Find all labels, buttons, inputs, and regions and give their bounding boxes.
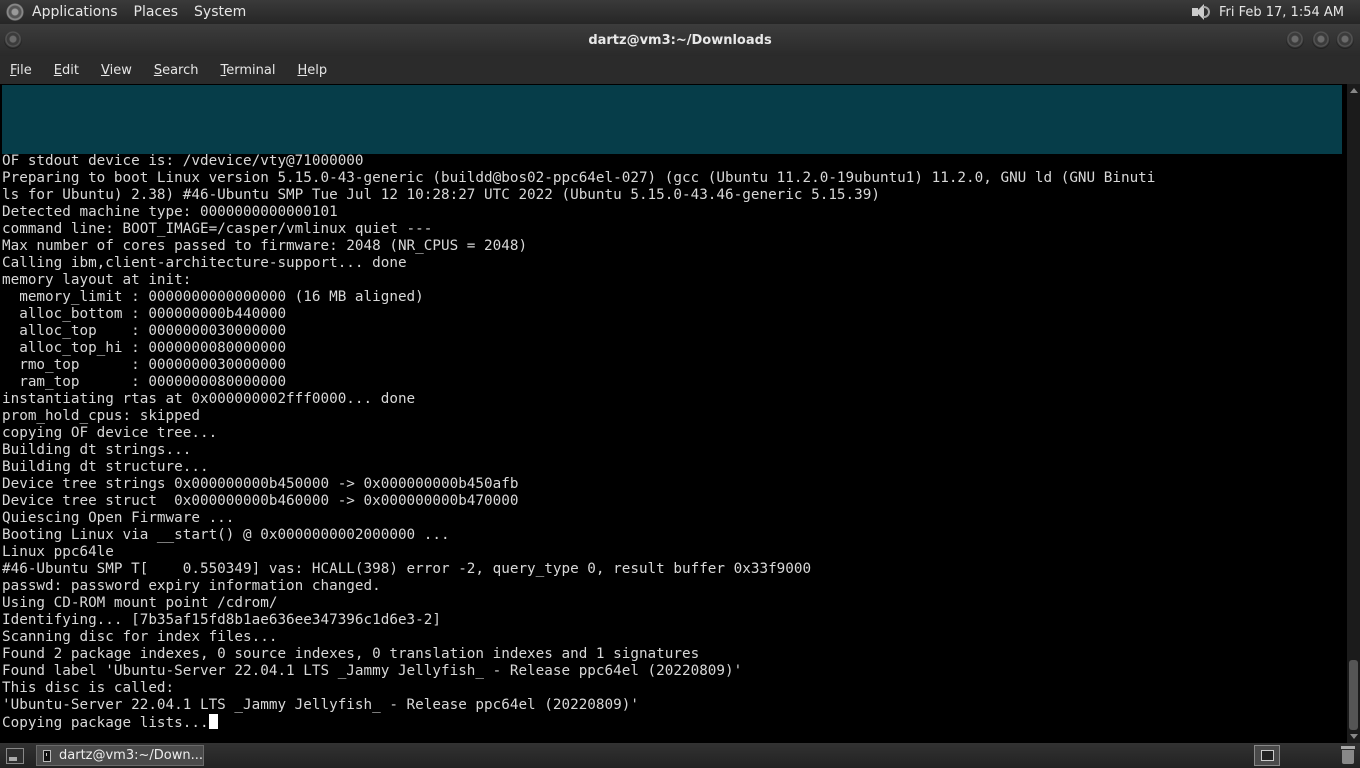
terminal-line: ls for Ubuntu) 2.38) #46-Ubuntu SMP Tue … [2, 187, 880, 203]
terminal-line: Scanning disc for index files... [2, 629, 278, 645]
terminal-cursor [208, 714, 218, 729]
terminal-line: command line: BOOT_IMAGE=/casper/vmlinux… [2, 221, 433, 237]
window-titlebar[interactable]: dartz@vm3:~/Downloads [0, 24, 1360, 56]
menu-file[interactable]: File [10, 63, 32, 78]
menu-edit[interactable]: Edit [54, 63, 79, 78]
terminal-line: 'Ubuntu-Server 22.04.1 LTS _Jammy Jellyf… [2, 697, 639, 713]
terminal-line: Copying package lists... [2, 714, 1342, 732]
scroll-up-icon[interactable] [1350, 88, 1358, 93]
terminal-line: rmo_top : 0000000030000000 [2, 357, 287, 373]
terminal-line: instantiating rtas at 0x000000002fff0000… [2, 391, 416, 407]
workspace-switcher[interactable] [1254, 745, 1280, 766]
trash-icon[interactable] [1340, 745, 1356, 765]
terminal-line: prom_hold_cpus: skipped [2, 408, 200, 424]
terminal-line: Identifying... [7b35af15fd8b1ae636ee3473… [2, 612, 441, 628]
terminal-line: Building dt strings... [2, 442, 192, 458]
taskbar-terminal-button[interactable]: dartz@vm3:~/Down... [36, 745, 204, 766]
terminal-line: alloc_bottom : 000000000b440000 [2, 306, 287, 322]
terminal-line: Using CD-ROM mount point /cdrom/ [2, 595, 278, 611]
close-button[interactable] [1336, 31, 1354, 49]
terminal-line: Calling ibm,client-architecture-support.… [2, 255, 407, 271]
scroll-down-icon[interactable] [1350, 734, 1358, 739]
terminal-line: Preparing to boot Linux version 5.15.0-4… [2, 170, 1156, 186]
terminal-line: Device tree struct 0x000000000b460000 ->… [2, 493, 519, 509]
terminal-line: alloc_top_hi : 0000000080000000 [2, 340, 287, 356]
terminal-line: memory layout at init: [2, 272, 192, 288]
taskbar-task-label: dartz@vm3:~/Down... [59, 748, 203, 763]
terminal-line: Building dt structure... [2, 459, 209, 475]
applications-menu[interactable]: Applications [32, 4, 118, 20]
menu-terminal[interactable]: Terminal [221, 63, 276, 78]
terminal-icon [43, 749, 51, 762]
terminal-line: Max number of cores passed to firmware: … [2, 238, 528, 254]
terminal-line: This disc is called: [2, 680, 175, 696]
bottom-panel: dartz@vm3:~/Down... [0, 743, 1360, 768]
clock[interactable]: Fri Feb 17, 1:54 AM [1219, 5, 1344, 20]
console-clear-band [2, 85, 1342, 154]
volume-icon[interactable] [1189, 3, 1211, 21]
terminal-output: OF stdout device is: /vdevice/vty@710000… [2, 153, 1342, 732]
places-menu[interactable]: Places [134, 4, 179, 20]
distro-logo-icon[interactable] [6, 3, 24, 21]
terminal-line: Device tree strings 0x000000000b450000 -… [2, 476, 519, 492]
terminal-line: passwd: password expiry information chan… [2, 578, 381, 594]
window-title: dartz@vm3:~/Downloads [588, 32, 772, 48]
terminal-line: Detected machine type: 0000000000000101 [2, 204, 338, 220]
terminal-line: copying OF device tree... [2, 425, 218, 441]
terminal-line: memory_limit : 0000000000000000 (16 MB a… [2, 289, 424, 305]
terminal-area[interactable]: OF stdout device is: /vdevice/vty@710000… [0, 84, 1347, 743]
terminal-menubar: File Edit View Search Terminal Help [0, 56, 1360, 84]
terminal-line: Quiescing Open Firmware ... [2, 510, 235, 526]
terminal-line: Found label 'Ubuntu-Server 22.04.1 LTS _… [2, 663, 743, 679]
workspace-icon [1261, 750, 1274, 761]
menu-view[interactable]: View [101, 63, 132, 78]
system-menu[interactable]: System [194, 4, 246, 20]
menu-search[interactable]: Search [154, 63, 199, 78]
terminal-line: Booting Linux via __start() @ 0x00000000… [2, 527, 450, 543]
scroll-thumb[interactable] [1349, 660, 1358, 730]
terminal-line: #46-Ubuntu SMP T[ 0.550349] vas: HCALL(3… [2, 561, 812, 577]
menu-help[interactable]: Help [297, 63, 327, 78]
terminal-line: OF stdout device is: /vdevice/vty@710000… [2, 153, 364, 169]
terminal-scrollbar[interactable] [1347, 84, 1360, 743]
window-menu-icon[interactable] [4, 31, 22, 49]
terminal-line: ram_top : 0000000080000000 [2, 374, 287, 390]
show-desktop-icon[interactable] [6, 747, 24, 764]
terminal-line: alloc_top : 0000000030000000 [2, 323, 287, 339]
panel-tray: Fri Feb 17, 1:54 AM [1189, 0, 1344, 24]
terminal-line: Found 2 package indexes, 0 source indexe… [2, 646, 700, 662]
top-panel: Applications Places System Fri Feb 17, 1… [0, 0, 1360, 24]
terminal-line: Linux ppc64le [2, 544, 114, 560]
minimize-button[interactable] [1286, 31, 1304, 49]
maximize-button[interactable] [1312, 31, 1330, 49]
